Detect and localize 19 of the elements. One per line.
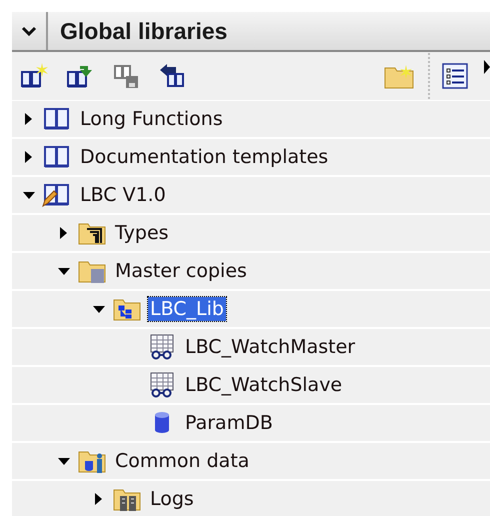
tree-item[interactable]: LBC_Lib bbox=[148, 297, 226, 321]
tree-item[interactable]: LBC_WatchSlave bbox=[183, 373, 344, 397]
book-icon bbox=[42, 106, 72, 132]
tree-item[interactable]: Long Functions bbox=[78, 107, 225, 131]
panel-title: Global libraries bbox=[60, 18, 228, 44]
new-library-icon[interactable] bbox=[20, 62, 50, 90]
more-arrow-icon[interactable] bbox=[484, 60, 490, 74]
book-pencil-icon bbox=[42, 182, 72, 208]
chevron-icon bbox=[21, 25, 37, 37]
tree-item[interactable]: LBC V1.0 bbox=[78, 183, 168, 207]
tree-item[interactable]: Common data bbox=[113, 449, 252, 473]
tree-item[interactable]: Documentation templates bbox=[78, 145, 330, 169]
tree-item[interactable]: Logs bbox=[148, 487, 196, 511]
tree-item[interactable]: LBC_WatchMaster bbox=[183, 335, 358, 359]
tree-item[interactable]: ParamDB bbox=[183, 411, 275, 435]
tree-item[interactable]: Types bbox=[113, 221, 171, 245]
tree-item[interactable]: Master copies bbox=[113, 259, 249, 283]
list-view-icon[interactable] bbox=[442, 63, 468, 89]
book-icon bbox=[42, 144, 72, 170]
